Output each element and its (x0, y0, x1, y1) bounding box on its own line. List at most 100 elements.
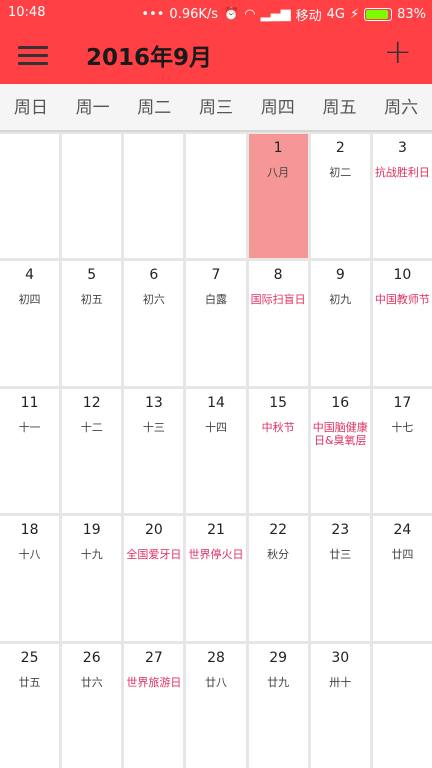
lunar-date-label: 初五 (80, 293, 103, 307)
lunar-date-label: 十二 (80, 420, 103, 434)
weekday-label: 周六 (384, 98, 419, 118)
day-number: 30 (331, 649, 350, 666)
lunar-date-label: 廿九 (267, 675, 290, 689)
day-cell[interactable]: 11 十一 (0, 388, 60, 514)
day-cell[interactable]: 21 世界停火日 (186, 516, 246, 641)
lunar-date-label: 廿六 (80, 675, 103, 689)
day-cell[interactable]: 13 十三 (124, 388, 184, 514)
lunar-date-label: 廿八 (204, 675, 227, 689)
empty-day-cell (62, 134, 122, 259)
day-cell[interactable]: 3 抗战胜利日 (372, 134, 432, 259)
day-cell[interactable]: 28 廿八 (186, 643, 246, 768)
holiday-label: 抗战胜利日 (374, 166, 430, 179)
day-cell[interactable]: 25 廿五 (0, 643, 60, 768)
holiday-label: 世界停火日 (188, 548, 244, 562)
day-number: 1 (273, 140, 283, 156)
day-cell[interactable]: 2 初二 (310, 134, 370, 259)
lunar-date-label: 八月 (267, 166, 290, 179)
empty-day-cell (186, 134, 246, 259)
day-cell[interactable]: 29 廿九 (248, 643, 308, 768)
day-cell[interactable]: 5 初五 (62, 261, 122, 386)
day-cell[interactable]: 20 全国爱牙日 (124, 516, 184, 641)
day-cell[interactable]: 4 初四 (0, 261, 60, 386)
day-cell[interactable]: 8 国际扫盲日 (248, 261, 308, 386)
day-cell[interactable]: 27 世界旅游日 (124, 643, 184, 768)
day-cell[interactable]: 26 廿六 (62, 643, 122, 768)
holiday-label: 中秋节 (261, 420, 295, 434)
calendar-grid: 1 八月 2 初二 3 抗战胜利日 4 初四 5 初五 6 初六 7 白露 8 国际扫盲日 9 初九 10 中国教师节… (0, 132, 432, 768)
day-cell[interactable]: 15 中秋节 (248, 388, 308, 514)
day-number: 17 (393, 394, 412, 411)
day-number: 14 (207, 394, 225, 411)
carrier-label: 移动 (295, 9, 322, 24)
day-number: 6 (149, 267, 159, 284)
weekday-label: 周日 (13, 98, 48, 118)
day-number: 5 (87, 267, 97, 284)
lunar-date-label: 初二 (329, 166, 352, 179)
lunar-date-label: 十九 (80, 548, 103, 562)
status-time: 10:48 (8, 5, 46, 20)
day-number: 21 (207, 522, 225, 539)
charging-icon: ⚡ (349, 7, 360, 22)
day-cell[interactable]: 24 廿四 (372, 516, 432, 641)
lunar-date-label: 卅十 (329, 675, 352, 689)
month-title[interactable]: 2016年9月 (86, 38, 212, 72)
day-number: 13 (144, 394, 163, 411)
day-cell[interactable]: 10 中国教师节 (372, 261, 432, 386)
day-cell[interactable]: 7 白露 (186, 261, 246, 386)
day-number: 26 (82, 649, 101, 666)
day-number: 3 (397, 140, 407, 156)
battery-percent: 83% (397, 7, 426, 22)
selected-day-cell[interactable]: 1 八月 (248, 134, 308, 259)
day-cell[interactable]: 19 十九 (62, 516, 122, 641)
weekday-label: 周二 (137, 98, 172, 118)
network-type: 4G (326, 7, 345, 22)
day-number: 25 (20, 649, 39, 666)
day-cell[interactable]: 30 卅十 (310, 643, 370, 768)
day-cell[interactable]: 22 秋分 (248, 516, 308, 641)
status-indicators: ••• 0.96K/s ⏰ ◠ ▂▄▆ 移动 4G ⚡ 83% (141, 5, 426, 24)
weekday-label: 周三 (199, 98, 234, 118)
day-number: 29 (269, 649, 288, 666)
lunar-date-label: 廿五 (18, 675, 41, 689)
network-speed: 0.96K/s (169, 7, 219, 22)
wifi-icon: ◠ (244, 7, 256, 22)
day-number: 27 (144, 649, 163, 666)
day-cell[interactable]: 6 初六 (124, 261, 184, 386)
holiday-label: 中国教师节 (374, 293, 430, 307)
day-cell[interactable]: 18 十八 (0, 516, 60, 641)
empty-day-cell (124, 134, 184, 259)
day-cell[interactable]: 9 初九 (310, 261, 370, 386)
lunar-date-label: 初四 (18, 293, 41, 307)
lunar-date-label: 十八 (18, 548, 41, 562)
lunar-date-label: 初九 (329, 293, 352, 307)
menu-icon[interactable] (18, 40, 48, 70)
day-number: 15 (269, 394, 288, 411)
day-number: 19 (82, 522, 101, 539)
day-cell[interactable]: 16 中国脑健康日&臭氧层 (310, 388, 370, 514)
weekday-label: 周五 (322, 98, 357, 118)
app-bar: 2016年9月 + (0, 26, 432, 84)
day-cell[interactable]: 12 十二 (62, 388, 122, 514)
signal-icon: ▂▄▆ (260, 7, 291, 22)
day-cell[interactable]: 14 十四 (186, 388, 246, 514)
day-cell[interactable]: 23 廿三 (310, 516, 370, 641)
weekday-label: 周一 (75, 98, 110, 118)
weekday-label: 周四 (260, 98, 295, 118)
day-number: 11 (20, 394, 39, 411)
battery-icon (364, 8, 393, 21)
holiday-label: 世界旅游日 (126, 675, 182, 689)
day-number: 18 (20, 522, 39, 539)
lunar-date-label: 初六 (142, 293, 165, 307)
status-bar: 10:48 ••• 0.96K/s ⏰ ◠ ▂▄▆ 移动 4G ⚡ 83% (0, 0, 432, 26)
lunar-date-label: 十一 (18, 420, 41, 434)
holiday-label: 国际扫盲日 (250, 293, 306, 307)
day-number: 16 (331, 394, 350, 411)
day-number: 10 (393, 267, 412, 284)
add-icon[interactable]: + (384, 35, 413, 69)
empty-day-cell (0, 134, 60, 259)
day-number: 24 (393, 522, 412, 539)
weekday-header: 周日 周一 周二 周三 周四 周五 周六 (0, 84, 432, 132)
day-cell[interactable]: 17 十七 (372, 388, 432, 514)
day-number: 8 (273, 267, 283, 284)
